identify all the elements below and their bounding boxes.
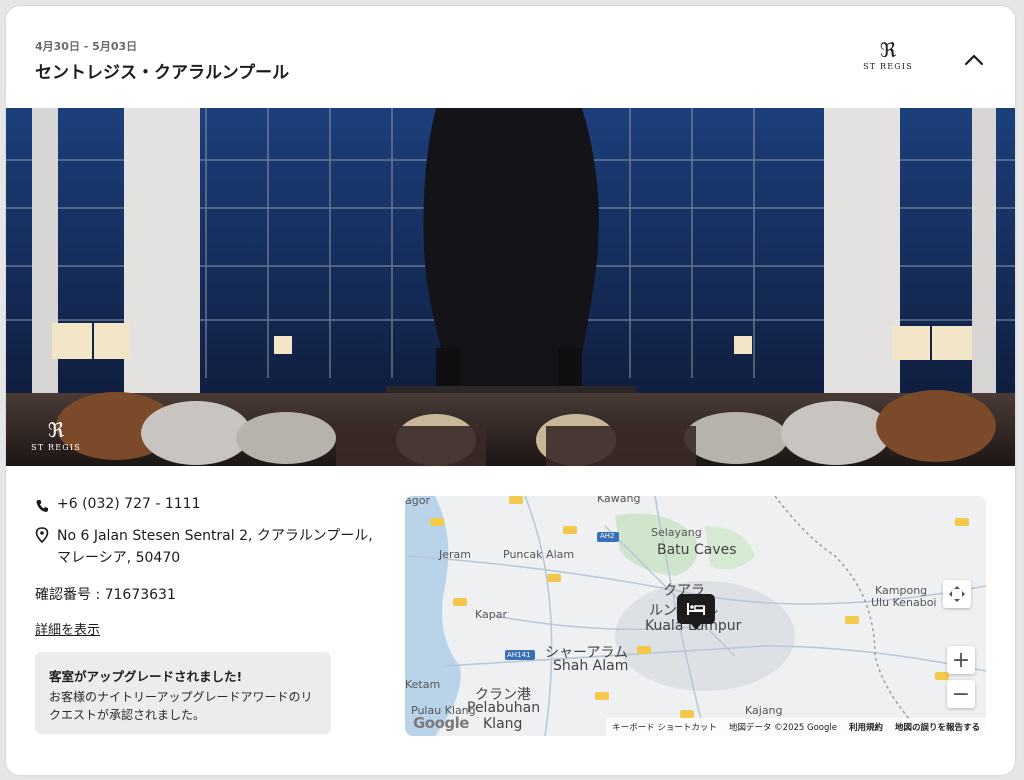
map-label-kapar: Kapar xyxy=(475,608,508,621)
phone-icon xyxy=(36,500,48,512)
upgrade-notice-body: お客様のナイトリーアップグレードアワードのリクエストが承認されました。 xyxy=(49,690,313,722)
reservation-card: 4月30日 - 5月03日 セントレジス・クアラルンプール ℜ ST REGIS xyxy=(6,6,1015,775)
hero-logo-wordmark: ST REGIS xyxy=(31,443,81,452)
view-details-link[interactable]: 詳細を表示 xyxy=(35,619,100,638)
map-terms-link[interactable]: 利用規約 xyxy=(849,721,883,733)
map-footer: キーボード ショートカット 地図データ ©2025 Google 利用規約 地図… xyxy=(606,718,986,736)
map-fullscreen-button[interactable] xyxy=(943,580,971,608)
location-pin-icon xyxy=(35,527,49,543)
map-label-selayang: Selayang xyxy=(651,526,702,539)
hotel-map-pin[interactable] xyxy=(677,594,715,630)
hotel-bed-icon xyxy=(687,603,705,615)
confirmation-number: 確認番号 : 71673631 xyxy=(35,587,176,603)
address-row: No 6 Jalan Stesen Sentral 2, クアラルンプール, マ… xyxy=(35,525,375,569)
map-label-ulu-kenaboi: Ulu Kenaboi xyxy=(871,596,937,609)
map-label-jeram: Jeram xyxy=(439,548,471,561)
hero-st-regis-logo: ℜ ST REGIS xyxy=(26,420,86,452)
map-keyboard-shortcuts[interactable]: キーボード ショートカット xyxy=(612,721,717,733)
upgrade-notice-title: 客室がアップグレードされました! xyxy=(49,669,243,684)
map-label-kajang: Kajang xyxy=(745,704,783,717)
map-label-pelabuhan: Pelabuhan xyxy=(467,700,541,716)
map-label-batu-caves: Batu Caves xyxy=(657,542,737,558)
map-label-ketam: Ketam xyxy=(405,678,441,691)
hotel-name: セントレジス・クアラルンプール xyxy=(35,63,290,83)
card-header: 4月30日 - 5月03日 セントレジス・クアラルンプール ℜ ST REGIS xyxy=(6,6,1015,108)
phone-number: +6 (032) 727 - 1111 xyxy=(57,496,201,512)
address-text: No 6 Jalan Stesen Sentral 2, クアラルンプール, マ… xyxy=(57,528,373,566)
hero-logo-monogram: ℜ xyxy=(47,418,65,442)
st-regis-logo: ℜ ST REGIS xyxy=(858,40,918,80)
logo-monogram: ℜ xyxy=(879,38,897,62)
map-report-link[interactable]: 地図の誤りを報告する xyxy=(895,721,980,733)
chevron-up-icon xyxy=(964,54,984,66)
map-label-agor: agor xyxy=(405,496,430,507)
map-data-credit: 地図データ ©2025 Google xyxy=(728,723,837,733)
hotel-photo: ℜ ST REGIS xyxy=(6,108,1015,466)
logo-wordmark: ST REGIS xyxy=(863,62,913,71)
stay-dates: 4月30日 - 5月03日 xyxy=(35,40,138,53)
location-map[interactable]: agor Kawang Selayang AH2 Batu Caves Jera… xyxy=(405,496,986,736)
map-label-klang: Klang xyxy=(483,716,523,732)
map-label-puncak-alam: Puncak Alam xyxy=(503,548,575,561)
map-label-shah-alam: Shah Alam xyxy=(553,658,629,674)
map-label-ah141: AH141 xyxy=(507,651,531,659)
fullscreen-icon xyxy=(949,586,965,602)
map-label-ah2: AH2 xyxy=(600,532,615,540)
google-logo: Google xyxy=(413,714,469,732)
map-label-kawang: Kawang xyxy=(597,496,641,505)
map-zoom-out-button[interactable]: − xyxy=(947,680,975,708)
map-zoom-in-button[interactable]: + xyxy=(947,646,975,674)
phone-row[interactable]: +6 (032) 727 - 1111 xyxy=(35,496,201,514)
collapse-button[interactable] xyxy=(960,46,988,74)
upgrade-notice: 客室がアップグレードされました! お客様のナイトリーアップグレードアワードのリク… xyxy=(35,652,331,734)
